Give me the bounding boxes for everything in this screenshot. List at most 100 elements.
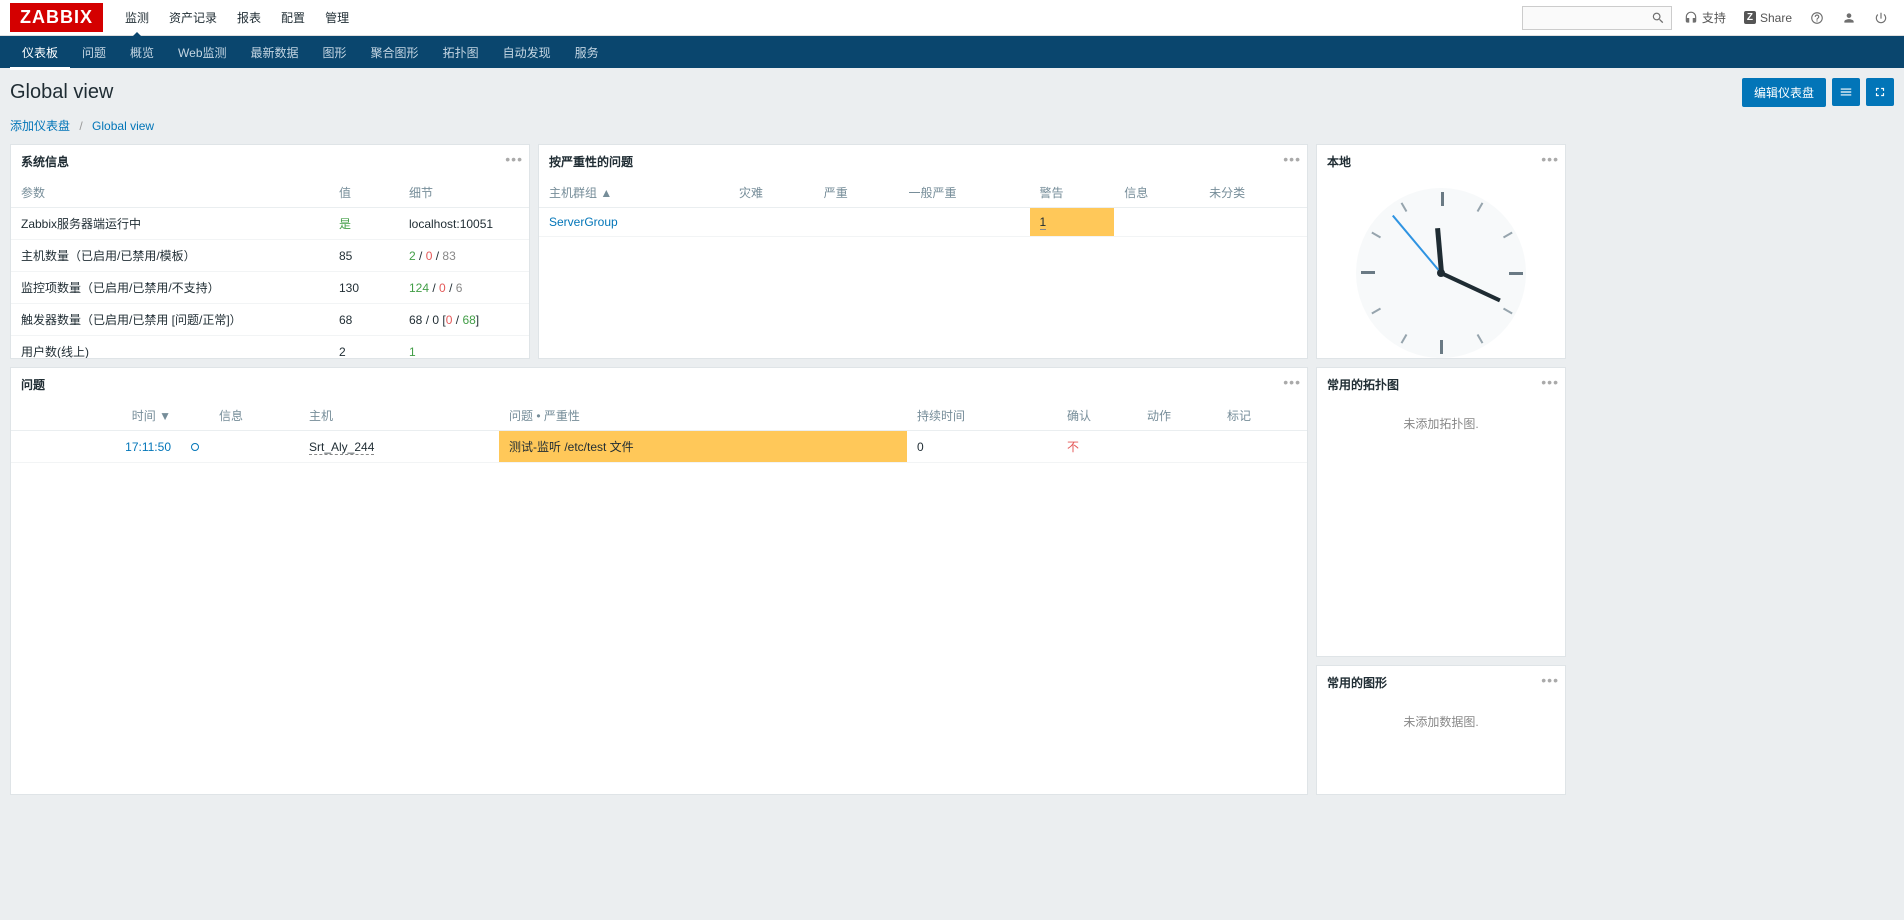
- widget-menu-icon[interactable]: •••: [1283, 151, 1301, 167]
- search-box[interactable]: [1522, 6, 1672, 30]
- z-badge-icon: Z: [1744, 11, 1756, 24]
- col-header: 未分类: [1199, 178, 1307, 208]
- hamburger-icon: [1839, 85, 1853, 99]
- fullscreen-button[interactable]: [1866, 78, 1894, 106]
- breadcrumb-current[interactable]: Global view: [92, 119, 154, 133]
- clock-center: [1437, 269, 1445, 277]
- widget-problems: ••• 问题 时间 ▼ 信息 主机 问题 • 严重性 持续时间 确认 动作 标记…: [10, 367, 1308, 795]
- brand-logo[interactable]: ZABBIX: [10, 3, 103, 32]
- widget-menu-icon[interactable]: •••: [1283, 374, 1301, 390]
- problem-time-link[interactable]: 17:11:50: [125, 440, 171, 454]
- table-row: 主机数量（已启用/已禁用/模板）852 / 0 / 83: [11, 240, 529, 272]
- widget-severity: ••• 按严重性的问题 主机群组 ▲灾难严重一般严重警告信息未分类 Server…: [538, 144, 1308, 359]
- widget-title: 问题: [11, 368, 1307, 401]
- page-header: Global view 编辑仪表盘: [0, 68, 1904, 113]
- share-button[interactable]: Z Share: [1738, 7, 1798, 29]
- breadcrumb-add[interactable]: 添加仪表盘: [10, 119, 70, 133]
- search-icon[interactable]: [1651, 10, 1665, 26]
- topnav-item[interactable]: 报表: [227, 0, 271, 36]
- col-ack: 确认: [1057, 401, 1137, 431]
- widget-graphs: ••• 常用的图形 未添加数据图.: [1316, 665, 1566, 795]
- subnav-item[interactable]: 问题: [70, 35, 118, 70]
- severity-count[interactable]: 1: [1040, 215, 1047, 230]
- col-time[interactable]: 时间 ▼: [11, 401, 181, 431]
- page-title: Global view: [10, 81, 113, 104]
- col-header: 信息: [1114, 178, 1199, 208]
- col-value: 值: [329, 178, 399, 208]
- table-row: ServerGroup 1: [539, 208, 1307, 237]
- support-button[interactable]: 支持: [1678, 5, 1732, 30]
- widget-title: 系统信息: [11, 145, 529, 178]
- col-duration: 持续时间: [907, 401, 1057, 431]
- topnav-items: 监测资产记录报表配置管理: [115, 0, 359, 36]
- widget-title: 常用的图形: [1317, 666, 1565, 699]
- topnav-item[interactable]: 管理: [315, 0, 359, 36]
- col-problem-severity: 问题 • 严重性: [499, 401, 907, 431]
- breadcrumb: 添加仪表盘 / Global view: [0, 113, 1904, 144]
- menu-button[interactable]: [1832, 78, 1860, 106]
- search-input[interactable]: [1529, 11, 1651, 25]
- subnav-item[interactable]: Web监测: [166, 35, 238, 70]
- expand-icon: [1873, 85, 1887, 99]
- widget-menu-icon[interactable]: •••: [1541, 672, 1559, 688]
- col-header: 灾难: [729, 178, 814, 208]
- hostgroup-link[interactable]: ServerGroup: [549, 215, 618, 229]
- col-header[interactable]: 主机群组 ▲: [539, 178, 729, 208]
- power-button[interactable]: [1868, 7, 1894, 29]
- col-param: 参数: [11, 178, 329, 208]
- table-row: 17:11:50Srt_Aly_244测试-监听 /etc/test 文件0不: [11, 431, 1307, 463]
- widget-title: 按严重性的问题: [539, 145, 1307, 178]
- col-detail: 细节: [399, 178, 529, 208]
- timeline-dot-icon: [191, 443, 199, 451]
- edit-dashboard-button[interactable]: 编辑仪表盘: [1742, 78, 1826, 107]
- help-icon: [1810, 11, 1824, 25]
- clock-minute-hand: [1440, 271, 1501, 302]
- dashboard: ••• 系统信息 参数 值 细节 Zabbix服务器端运行中是localhost…: [0, 144, 1904, 805]
- sysinfo-table: 参数 值 细节 Zabbix服务器端运行中是localhost:10051主机数…: [11, 178, 529, 358]
- empty-message: 未添加拓扑图.: [1317, 401, 1565, 446]
- widget-title: 本地: [1317, 145, 1565, 178]
- subnav-item[interactable]: 概览: [118, 35, 166, 70]
- widget-title: 常用的拓扑图: [1317, 368, 1565, 401]
- col-header: 警告: [1030, 178, 1115, 208]
- subnav-item[interactable]: 最新数据: [239, 35, 311, 70]
- help-button[interactable]: [1804, 7, 1830, 29]
- table-row: 监控项数量（已启用/已禁用/不支持）130124 / 0 / 6: [11, 272, 529, 304]
- col-actions: 动作: [1137, 401, 1217, 431]
- widget-maps: ••• 常用的拓扑图 未添加拓扑图.: [1316, 367, 1566, 657]
- widget-menu-icon[interactable]: •••: [1541, 151, 1559, 167]
- top-nav: ZABBIX 监测资产记录报表配置管理 支持 Z Share: [0, 0, 1904, 36]
- empty-message: 未添加数据图.: [1317, 699, 1565, 744]
- widget-menu-icon[interactable]: •••: [505, 151, 523, 167]
- subnav-item[interactable]: 拓扑图: [431, 35, 491, 70]
- subnav-item[interactable]: 服务: [563, 35, 611, 70]
- sub-nav: 仪表板问题概览Web监测最新数据图形聚合图形拓扑图自动发现服务: [0, 36, 1904, 68]
- col-host: 主机: [299, 401, 499, 431]
- subnav-item[interactable]: 图形: [311, 35, 359, 70]
- topnav-item[interactable]: 资产记录: [159, 0, 227, 36]
- topnav-right: 支持 Z Share: [1522, 5, 1894, 30]
- problems-table: 时间 ▼ 信息 主机 问题 • 严重性 持续时间 确认 动作 标记 17:11:…: [11, 401, 1307, 463]
- col-header: 严重: [814, 178, 899, 208]
- topnav-item[interactable]: 监测: [115, 0, 159, 36]
- table-row: 用户数(线上)21: [11, 336, 529, 359]
- user-button[interactable]: [1836, 7, 1862, 29]
- topnav-item[interactable]: 配置: [271, 0, 315, 36]
- clock-second-hand: [1392, 215, 1442, 274]
- severity-table: 主机群组 ▲灾难严重一般严重警告信息未分类 ServerGroup 1: [539, 178, 1307, 237]
- subnav-item[interactable]: 聚合图形: [359, 35, 431, 70]
- col-header: 一般严重: [899, 178, 1030, 208]
- host-link[interactable]: Srt_Aly_244: [309, 440, 374, 455]
- problem-cell[interactable]: 测试-监听 /etc/test 文件: [499, 431, 907, 463]
- table-row: Zabbix服务器端运行中是localhost:10051: [11, 208, 529, 240]
- power-icon: [1874, 11, 1888, 25]
- clock-face: [1356, 188, 1526, 358]
- subnav-item[interactable]: 自动发现: [491, 35, 563, 70]
- ack-link[interactable]: 不: [1067, 440, 1079, 454]
- col-info: 信息: [209, 401, 299, 431]
- widget-menu-icon[interactable]: •••: [1541, 374, 1559, 390]
- col-tags: 标记: [1217, 401, 1307, 431]
- subnav-item[interactable]: 仪表板: [10, 35, 70, 70]
- table-row: 触发器数量（已启用/已禁用 [问题/正常]）6868 / 0 [0 / 68]: [11, 304, 529, 336]
- user-icon: [1842, 11, 1856, 25]
